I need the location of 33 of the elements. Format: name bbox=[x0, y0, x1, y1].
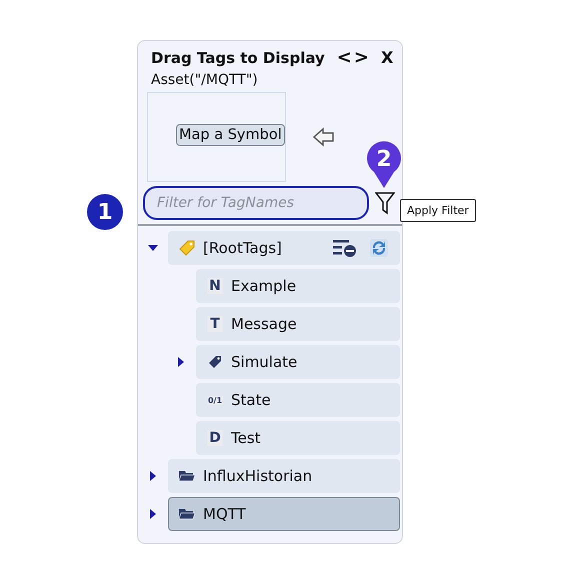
remove-list-icon[interactable] bbox=[333, 239, 357, 257]
tree-item[interactable]: MQTT bbox=[168, 497, 400, 531]
filter-icon[interactable] bbox=[375, 191, 395, 215]
expand-arrow-icon[interactable] bbox=[178, 357, 184, 367]
tree-item[interactable]: T Message bbox=[196, 307, 400, 341]
expand-arrow-icon[interactable] bbox=[150, 471, 156, 481]
tag-icon bbox=[207, 354, 223, 370]
close-button[interactable]: X bbox=[376, 48, 398, 67]
tree-item[interactable]: N Example bbox=[196, 269, 400, 303]
type-badge: T bbox=[207, 316, 223, 332]
callout-pin: 2 bbox=[366, 140, 402, 190]
code-symbol[interactable]: <> bbox=[336, 47, 371, 68]
left-arrow-icon bbox=[313, 127, 335, 147]
collapse-arrow-icon[interactable] bbox=[148, 245, 158, 251]
callout-marker: 1 bbox=[87, 194, 123, 230]
tooltip: Apply Filter bbox=[400, 199, 476, 222]
type-badge: D bbox=[207, 430, 223, 446]
refresh-icon[interactable] bbox=[369, 238, 389, 258]
type-badge: N bbox=[207, 278, 223, 294]
tag-icon bbox=[179, 240, 195, 256]
asset-label: Asset("/MQTT") bbox=[150, 71, 259, 88]
panel-title: Drag Tags to Display bbox=[151, 48, 325, 66]
tree-item[interactable]: 0/1 State bbox=[196, 383, 400, 417]
filter-field[interactable]: Filter for TagNames bbox=[143, 186, 369, 220]
type-badge: 0/1 bbox=[207, 396, 223, 404]
tree-item[interactable]: [RootTags] bbox=[168, 231, 400, 265]
tree-item[interactable]: D Test bbox=[196, 421, 400, 455]
folder-icon bbox=[179, 508, 195, 520]
folder-icon bbox=[179, 470, 195, 482]
expand-arrow-icon[interactable] bbox=[150, 509, 156, 519]
map-symbol-button[interactable]: Map a Symbol bbox=[176, 124, 285, 146]
tree-item[interactable]: Simulate bbox=[196, 345, 400, 379]
tree-item[interactable]: InfluxHistorian bbox=[168, 459, 400, 493]
